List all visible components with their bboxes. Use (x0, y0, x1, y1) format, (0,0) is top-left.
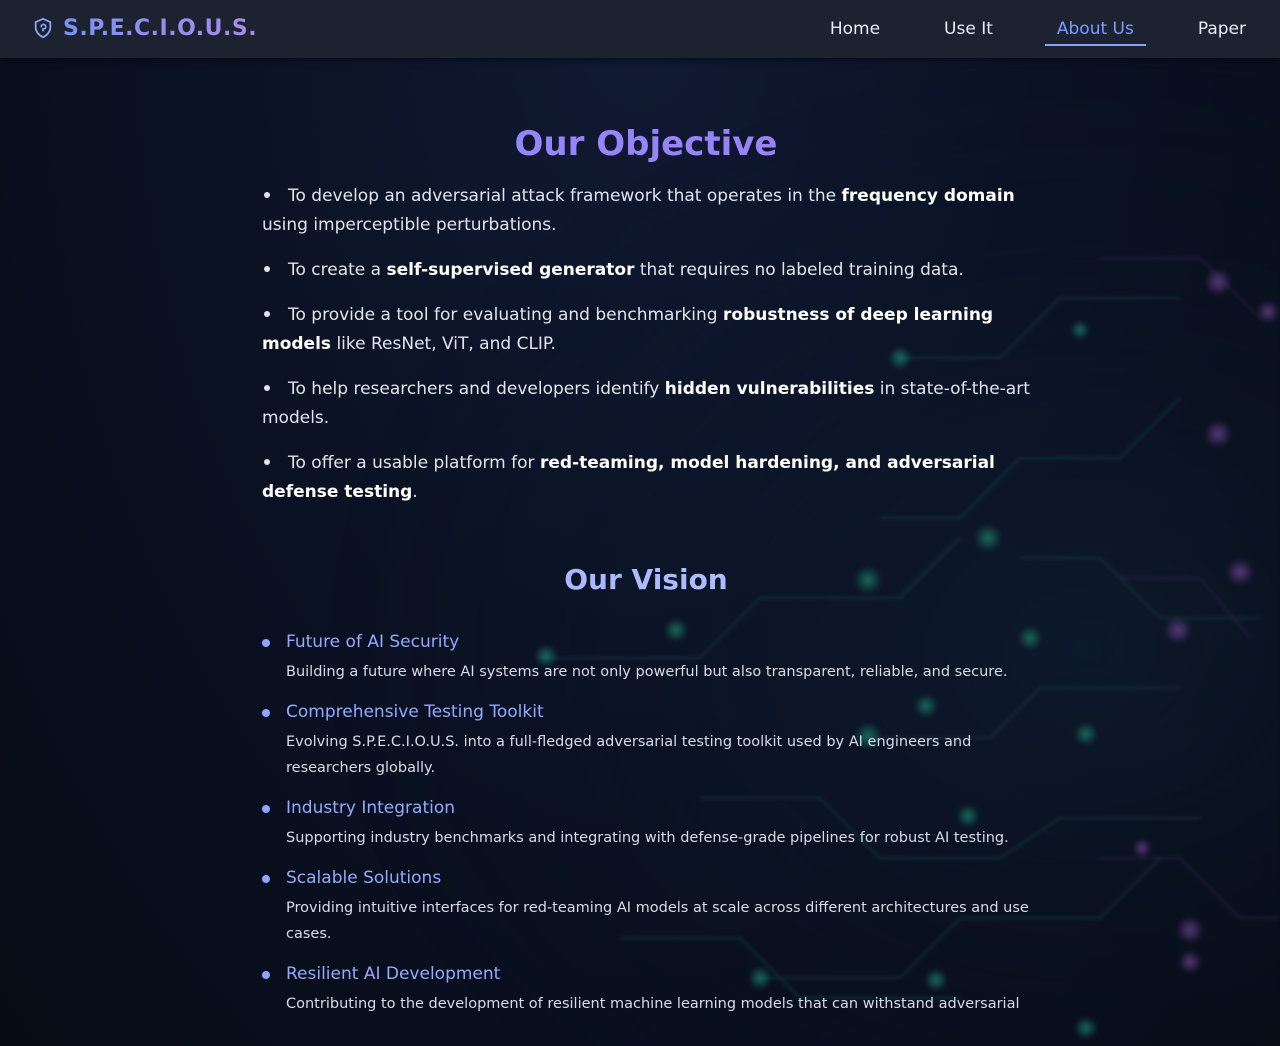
brand[interactable]: S.P.E.C.I.O.U.S. (32, 12, 257, 44)
vision-list: Future of AI Security Building a future … (262, 629, 1030, 1017)
objective-text: To create a (288, 260, 387, 280)
objective-text: To provide a tool for evaluating and ben… (288, 305, 723, 325)
nav-paper[interactable]: Paper (1186, 13, 1258, 45)
main-nav: Home Use It About Us Paper (778, 0, 1258, 58)
objective-text: To offer a usable platform for (288, 453, 540, 473)
vision-heading: Future of AI Security (286, 632, 460, 652)
objective-item: To develop an adversarial attack framewo… (262, 182, 1030, 240)
bullet-icon (264, 310, 270, 317)
objective-title: Our Objective (262, 124, 1030, 164)
vision-description: Contributing to the development of resil… (286, 996, 1020, 1012)
bullet-icon (262, 805, 270, 813)
vision-description: Building a future where AI systems are n… (286, 664, 1008, 680)
shield-icon (34, 17, 52, 39)
objective-text: To help researchers and developers ident… (288, 379, 665, 399)
vision-item: Comprehensive Testing Toolkit Evolving S… (262, 699, 1030, 781)
vision-item: Resilient AI Development Contributing to… (262, 961, 1030, 1017)
main-content: Our Objective To develop an adversarial … (262, 58, 1030, 1031)
bullet-icon (264, 265, 270, 272)
vision-heading: Resilient AI Development (286, 964, 501, 984)
objective-text: that requires no labeled training data. (634, 260, 964, 280)
vision-heading: Scalable Solutions (286, 868, 442, 888)
objective-text: . (412, 482, 418, 502)
bullet-icon (262, 875, 270, 883)
vision-description: Evolving S.P.E.C.I.O.U.S. into a full-fl… (286, 734, 972, 776)
objective-text: using imperceptible perturbations. (262, 215, 557, 235)
navbar: S.P.E.C.I.O.U.S. Home Use It About Us Pa… (0, 0, 1280, 58)
vision-description: Supporting industry benchmarks and integ… (286, 830, 1009, 846)
vision-heading: Comprehensive Testing Toolkit (286, 702, 544, 722)
bullet-icon (264, 191, 270, 198)
vision-item: Industry Integration Supporting industry… (262, 795, 1030, 851)
brand-name: S.P.E.C.I.O.U.S. (63, 15, 258, 41)
bullet-icon (264, 458, 270, 465)
nav-use-it[interactable]: Use It (932, 13, 1005, 45)
objective-item: To offer a usable platform for red-teami… (262, 449, 1030, 507)
vision-item: Future of AI Security Building a future … (262, 629, 1030, 685)
objective-text: like ResNet, ViT, and CLIP. (331, 334, 556, 354)
bullet-icon (262, 971, 270, 979)
objective-list: To develop an adversarial attack framewo… (262, 182, 1030, 507)
bullet-icon (264, 384, 270, 391)
objective-text: To develop an adversarial attack framewo… (288, 186, 842, 206)
nav-home[interactable]: Home (818, 13, 892, 45)
vision-title: Our Vision (262, 563, 1030, 597)
nav-about-us[interactable]: About Us (1044, 13, 1146, 46)
objective-highlight: hidden vulnerabilities (664, 379, 875, 399)
vision-heading: Industry Integration (286, 798, 456, 818)
bullet-icon (262, 709, 270, 717)
bullet-icon (262, 639, 270, 647)
vision-item: Scalable Solutions Providing intuitive i… (262, 865, 1030, 947)
objective-item: To help researchers and developers ident… (262, 375, 1030, 433)
page: S.P.E.C.I.O.U.S. Home Use It About Us Pa… (0, 0, 1280, 1046)
objective-highlight: frequency domain (841, 186, 1015, 206)
objective-item: To create a self-supervised generator th… (262, 256, 1030, 285)
objective-highlight: self-supervised generator (386, 260, 635, 280)
vision-description: Providing intuitive interfaces for red-t… (286, 900, 1029, 942)
objective-item: To provide a tool for evaluating and ben… (262, 301, 1030, 359)
